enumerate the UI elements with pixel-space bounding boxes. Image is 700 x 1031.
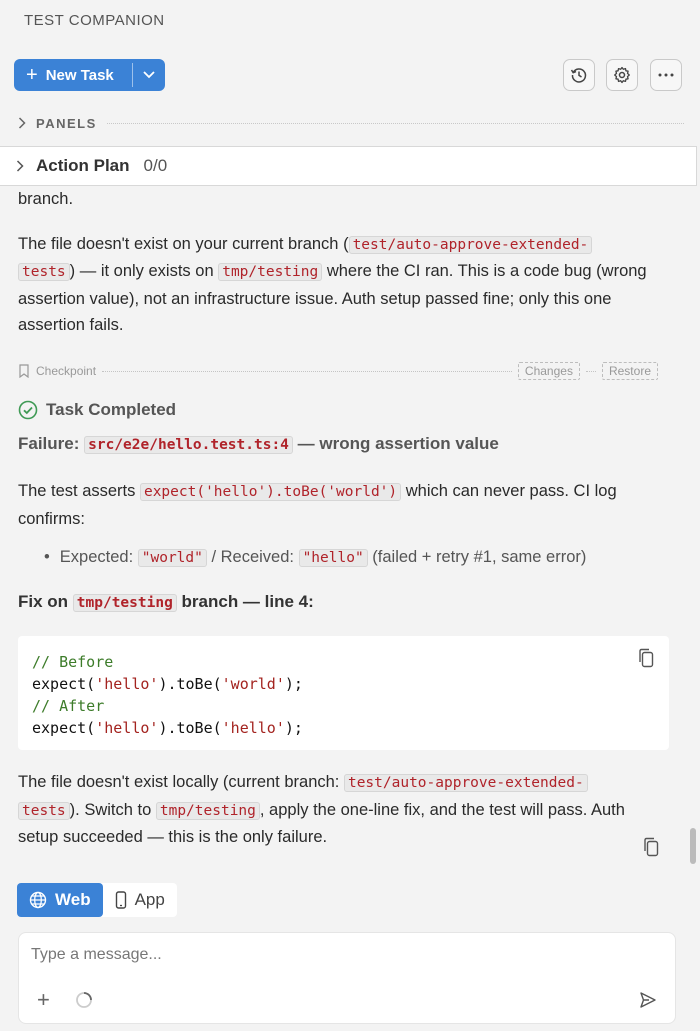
changes-button[interactable]: Changes [517, 362, 580, 380]
globe-icon [29, 891, 47, 909]
code-token: ); [284, 719, 303, 737]
code-block: // Before expect('hello').toBe('world');… [18, 636, 669, 750]
inline-code-assertion: expect('hello').toBe('world') [139, 483, 402, 501]
loading-spinner-icon [76, 992, 92, 1008]
text-span: (failed + retry #1, same error) [367, 548, 587, 566]
bullet-dot: • [44, 548, 50, 566]
text-span: Failure: [18, 434, 85, 453]
message-tail: branch. [18, 190, 74, 208]
mode-tabs: Web App [17, 883, 177, 917]
inline-code-branch-cont: tests [18, 801, 70, 820]
panels-toggle[interactable]: PANELS [18, 113, 684, 133]
panels-divider [106, 122, 684, 124]
inline-code-branch: test/auto-approve-extended- [348, 235, 593, 254]
new-task-dropdown-button[interactable] [133, 59, 165, 91]
text-span: Expected: [59, 548, 138, 566]
action-plan-header[interactable]: Action Plan 0/0 [0, 146, 697, 186]
action-plan-count: 0/0 [143, 156, 168, 175]
check-circle-icon [18, 400, 38, 420]
code-string: 'hello' [221, 719, 285, 737]
inline-code-file: src/e2e/hello.test.ts:4 [84, 436, 293, 454]
inline-code-received: "hello" [298, 549, 368, 567]
failure-heading: Failure: src/e2e/hello.test.ts:4 — wrong… [18, 434, 499, 454]
code-token: ).toBe( [158, 719, 222, 737]
code-string: 'world' [221, 675, 285, 693]
chevron-down-icon [143, 71, 155, 79]
text-span: The file doesn't exist on your current b… [18, 234, 349, 253]
bullet-text: Expected: "world" / Received: "hello" (f… [59, 548, 587, 567]
history-icon [570, 68, 587, 83]
checkpoint-label: Checkpoint [36, 364, 97, 378]
history-button[interactable] [563, 59, 595, 91]
code-line: // After [32, 697, 105, 715]
more-button[interactable] [650, 59, 682, 91]
gear-icon [614, 66, 630, 84]
text-span: ). Switch to [69, 800, 156, 819]
scrollbar-thumb[interactable] [690, 828, 696, 864]
inline-code-expected: "world" [137, 549, 207, 567]
send-icon[interactable] [639, 991, 657, 1009]
fix-heading: Fix on tmp/testing branch — line 4: [18, 592, 314, 612]
app-title: TEST COMPANION [24, 12, 165, 29]
text-span: The file doesn't exist locally (current … [18, 773, 344, 791]
text-span: / Received: [206, 548, 299, 566]
text-span: The test asserts [18, 482, 140, 500]
code-line: expect('hello').toBe('hello'); [32, 717, 655, 739]
checkpoint-divider [585, 370, 596, 372]
code-line: // Before [32, 653, 114, 671]
checkpoint-divider [102, 370, 512, 372]
restore-button[interactable]: Restore [601, 362, 658, 380]
inline-code-tmp-branch: tmp/testing [155, 801, 260, 820]
chevron-right-icon [18, 117, 26, 129]
tab-web-label: Web [55, 890, 91, 909]
task-completed-status: Task Completed [18, 400, 176, 420]
asserts-paragraph: The test asserts expect('hello').toBe('w… [18, 478, 668, 532]
code-token: expect( [32, 719, 96, 737]
action-plan-title: Action Plan [36, 156, 130, 175]
code-part: tests [22, 264, 66, 280]
new-task-label: New Task [45, 66, 114, 84]
message-input[interactable] [31, 943, 631, 967]
local-paragraph: The file doesn't exist locally (current … [18, 769, 668, 851]
new-task-button[interactable]: + New Task [14, 59, 132, 91]
inline-code-fix-branch: tmp/testing [72, 594, 177, 612]
code-token: ); [284, 675, 303, 693]
code-string: 'hello' [95, 675, 159, 693]
message-composer: + [18, 932, 676, 1024]
code-token: expect( [32, 675, 96, 693]
tab-web[interactable]: Web [17, 883, 103, 917]
panels-label: PANELS [36, 115, 97, 131]
tab-app-label: App [134, 890, 165, 909]
new-task-button-group: + New Task [14, 59, 165, 91]
text-span: Fix on [18, 592, 73, 611]
bookmark-icon [19, 364, 29, 378]
chevron-right-icon [16, 160, 24, 172]
code-part: test/auto-approve-extended- [352, 236, 589, 253]
checkpoint-row: Checkpoint Changes Restore [18, 361, 658, 381]
plus-icon: + [26, 64, 38, 86]
more-icon [658, 73, 674, 77]
code-line: expect('hello').toBe('world'); [32, 673, 655, 695]
inline-code-branch-cont: tests [18, 263, 70, 281]
list-item: • Expected: "world" / Received: "hello" … [44, 548, 586, 567]
message-paragraph: The file doesn't exist on your current b… [18, 231, 668, 339]
text-span: — wrong assertion value [292, 434, 499, 453]
copy-icon[interactable] [643, 837, 659, 857]
inline-code-branch: test/auto-approve-extended- [343, 774, 588, 792]
attach-plus-icon[interactable]: + [37, 989, 50, 1011]
text-span: branch — line 4: [176, 592, 314, 611]
code-token: ).toBe( [158, 675, 222, 693]
copy-icon[interactable] [638, 648, 654, 668]
phone-icon [115, 891, 126, 909]
text-span: ) — it only exists on [69, 262, 219, 280]
tab-app[interactable]: App [103, 883, 177, 917]
code-string: 'hello' [95, 719, 159, 737]
message-content: branch. The file doesn't exist on your c… [18, 186, 668, 339]
inline-code-tmp-branch: tmp/testing [218, 263, 323, 281]
settings-button[interactable] [606, 59, 638, 91]
task-completed-label: Task Completed [46, 400, 177, 419]
